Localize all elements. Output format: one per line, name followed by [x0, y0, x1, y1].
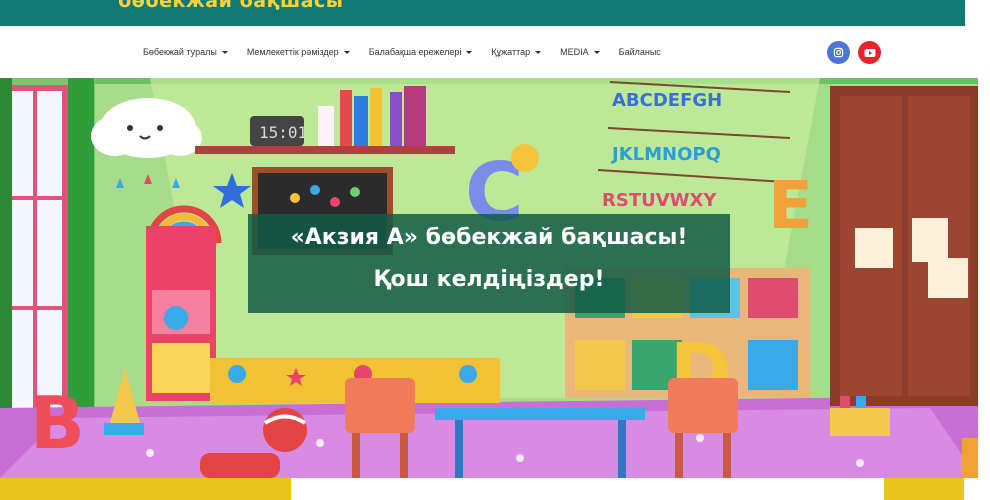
- alphabet-row1: ABCDEFGH: [612, 90, 722, 111]
- nav-item-label: Құжаттар: [491, 47, 531, 57]
- nav-item-about[interactable]: Бөбекжай туралы: [143, 47, 228, 57]
- content-block-middle: [291, 478, 884, 500]
- instagram-button[interactable]: [827, 41, 850, 64]
- caret-down-icon: [466, 51, 473, 54]
- youtube-button[interactable]: [858, 41, 881, 64]
- hero-banner: 15:01 C ABCDEFGH JKLMNOPQ RSTUVWXY E D B…: [0, 78, 978, 478]
- nav-item-rules[interactable]: Балабақша ережелері: [369, 47, 473, 57]
- hero-subtitle: Қош келдіңіздер!: [373, 267, 605, 292]
- content-block-right: [884, 478, 964, 500]
- nav-item-media[interactable]: MEDIA: [560, 47, 600, 57]
- hero-title-box: «Акзия А» бөбекжай бақшасы! Қош келдіңіз…: [248, 214, 730, 313]
- caret-down-icon: [593, 51, 600, 54]
- caret-down-icon: [221, 51, 228, 54]
- nav-item-contact[interactable]: Байланыс: [619, 47, 661, 57]
- caret-down-icon: [343, 51, 350, 54]
- nav-item-state-symbols[interactable]: Мемлекеттік рәміздер: [247, 47, 350, 57]
- youtube-icon: [864, 48, 875, 57]
- clock-text: 15:01: [259, 123, 307, 142]
- content-blocks: [0, 478, 990, 500]
- svg-text:E: E: [768, 167, 813, 244]
- nav-menu: Бөбекжай туралы Мемлекеттік рәміздер Бал…: [143, 26, 680, 78]
- page: бөбекжай бақшасы Бөбекжай туралы Мемлеке…: [0, 0, 990, 500]
- nav-item-label: Балабақша ережелері: [368, 47, 462, 57]
- main-navigation: Бөбекжай туралы Мемлекеттік рәміздер Бал…: [0, 26, 990, 78]
- nav-item-label: Байланыс: [618, 47, 661, 57]
- alphabet-row2: JKLMNOPQ: [610, 144, 721, 165]
- nav-item-documents[interactable]: Құжаттар: [491, 47, 542, 57]
- alphabet-row3: RSTUVWXY: [602, 190, 717, 211]
- content-block-left: [0, 478, 291, 500]
- site-header: бөбекжай бақшасы: [0, 0, 965, 26]
- site-title[interactable]: бөбекжай бақшасы: [118, 0, 343, 12]
- nav-item-label: MEDIA: [560, 47, 589, 57]
- svg-text:B: B: [30, 381, 85, 465]
- caret-down-icon: [535, 51, 542, 54]
- nav-item-label: Бөбекжай туралы: [143, 47, 217, 57]
- hero-title: «Акзия А» бөбекжай бақшасы!: [290, 225, 688, 250]
- instagram-icon: [833, 47, 844, 58]
- nav-item-label: Мемлекеттік рәміздер: [246, 47, 339, 57]
